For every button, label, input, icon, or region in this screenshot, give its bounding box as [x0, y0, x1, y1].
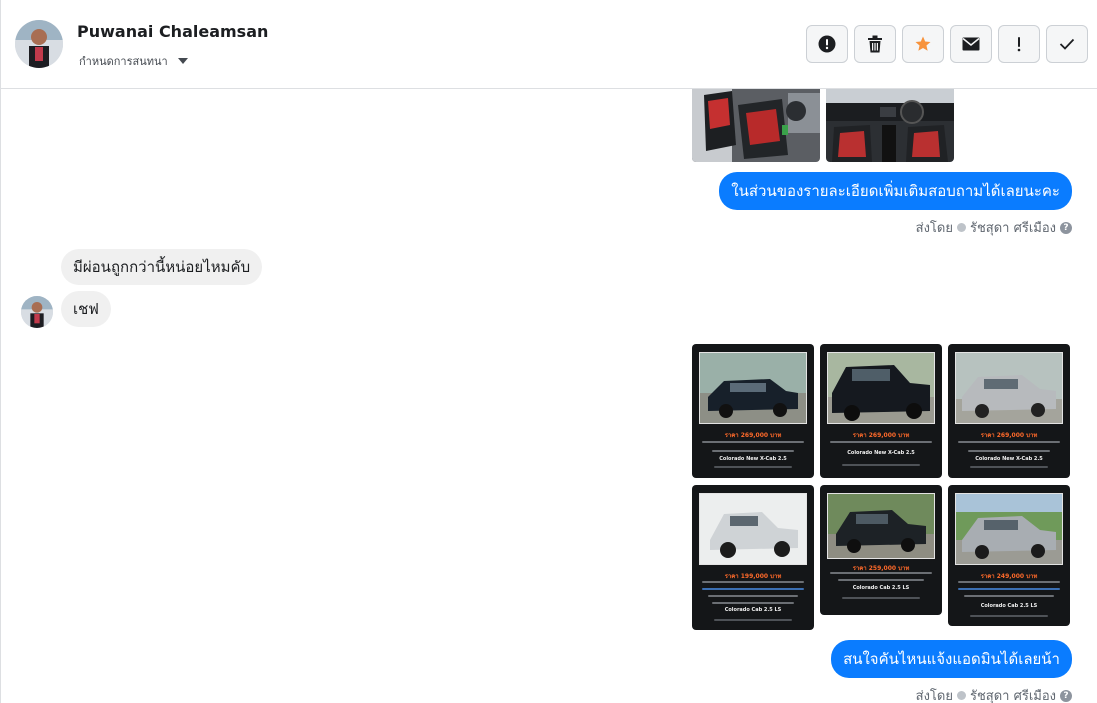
car-details-line [712, 602, 794, 604]
page-icon [956, 223, 966, 232]
car-details-line [714, 619, 792, 621]
contact-name[interactable]: Puwanai Chaleamsan [77, 22, 268, 41]
sent-by-info: ส่งโดย รัชสุดา ศรีเมือง ? [916, 217, 1072, 238]
car-details-line [708, 595, 798, 597]
sent-by-name[interactable]: รัชสุดา ศรีเมือง [970, 217, 1056, 238]
car-photo [955, 352, 1063, 424]
car-details-line [702, 581, 804, 583]
incoming-message[interactable]: เชฟ [61, 291, 111, 327]
car-model: Colorado Cab 2.5 LS [852, 585, 910, 591]
message-thread[interactable]: ในส่วนของรายละเอียดเพิ่มเติมสอบถามได้เลย… [1, 89, 1097, 703]
exclamation-icon [1017, 37, 1021, 52]
done-button[interactable] [1046, 25, 1088, 63]
car-details-line [842, 464, 920, 466]
car-listing-image[interactable]: ราคา 269,000 บาท Colorado New X-Cab 2.5 [692, 344, 814, 478]
car-listing-image[interactable]: ราคา 269,000 บาท Colorado New X-Cab 2.5 [948, 344, 1070, 478]
conversation-settings-dropdown[interactable]: กำหนดการสนทนา [79, 52, 188, 70]
car-listing-image[interactable]: ราคา 269,000 บาท Colorado New X-Cab 2.5 [820, 344, 942, 478]
car-model: Colorado Cab 2.5 LS [980, 603, 1038, 609]
car-photo [699, 493, 807, 565]
sent-by-label: ส่งโดย [915, 689, 953, 703]
page-icon [956, 691, 966, 700]
car-details-line [968, 450, 1050, 452]
car-listing-image[interactable]: ราคา 249,000 บาท Colorado Cab 2.5 LS [948, 485, 1070, 626]
contact-avatar-small[interactable] [21, 296, 53, 328]
help-icon[interactable]: ? [1060, 221, 1072, 234]
car-details-line [830, 441, 932, 443]
alert-circle-icon [818, 35, 836, 53]
car-details-line [830, 572, 932, 574]
car-dashboard-photo[interactable] [826, 89, 954, 162]
car-details-line [970, 615, 1048, 617]
car-price: ราคา 269,000 บาท [852, 432, 910, 439]
sent-by-label: ส่งโดย [915, 221, 953, 236]
trash-icon [868, 35, 882, 53]
conversation-panel: Puwanai Chaleamsan กำหนดการสนทนา ในส่วนข… [0, 0, 1097, 703]
star-button[interactable] [902, 25, 944, 63]
sent-by-info: ส่งโดย รัชสุดา ศรีเมือง ? [916, 685, 1072, 703]
outgoing-message[interactable]: สนใจคันไหนแจ้งแอดมินได้เลยน้า [831, 640, 1072, 678]
car-photo [699, 352, 807, 424]
car-details-line [712, 450, 794, 452]
car-details-line [714, 466, 792, 468]
header-actions [806, 25, 1088, 63]
sent-by-name[interactable]: รัชสุดา ศรีเมือง [970, 685, 1056, 703]
car-listing-image[interactable]: ราคา 199,000 บาท Colorado Cab 2.5 LS [692, 485, 814, 630]
car-model: Colorado Cab 2.5 LS [724, 607, 782, 613]
car-details-line [702, 441, 804, 443]
car-photo [827, 352, 935, 424]
help-icon[interactable]: ? [1060, 689, 1072, 702]
car-details-line [842, 597, 920, 599]
car-photo [827, 493, 935, 559]
car-interior-photo[interactable] [692, 89, 820, 162]
car-price: ราคา 199,000 บาท [724, 573, 782, 580]
car-details-line [970, 466, 1048, 468]
car-details-line [702, 588, 804, 590]
car-price: ราคา 269,000 บาท [724, 432, 782, 439]
car-price: ราคา 269,000 บาท [980, 432, 1038, 439]
car-details-line [958, 581, 1060, 583]
mark-unread-button[interactable] [950, 25, 992, 63]
checkmark-icon [1059, 38, 1075, 50]
star-icon [915, 36, 931, 51]
car-model: Colorado New X-Cab 2.5 [719, 456, 787, 462]
car-model: Colorado New X-Cab 2.5 [847, 450, 915, 456]
conversation-settings-label: กำหนดการสนทนา [79, 55, 168, 68]
car-listing-image[interactable]: ราคา 259,000 บาท Colorado Cab 2.5 LS [820, 485, 942, 615]
car-details-line [958, 441, 1060, 443]
incoming-message[interactable]: มีผ่อนถูกกว่านี้หน่อยไหมคับ [61, 249, 263, 285]
report-button[interactable] [806, 25, 848, 63]
caret-down-icon [177, 58, 188, 64]
car-photo [955, 493, 1063, 565]
car-details-line [964, 595, 1054, 597]
car-model: Colorado New X-Cab 2.5 [975, 456, 1043, 462]
car-details-line [838, 579, 924, 581]
car-price: ราคา 249,000 บาท [980, 573, 1038, 580]
envelope-icon [962, 37, 980, 51]
delete-button[interactable] [854, 25, 896, 63]
spam-button[interactable] [998, 25, 1040, 63]
car-details-line [958, 588, 1060, 590]
outgoing-message[interactable]: ในส่วนของรายละเอียดเพิ่มเติมสอบถามได้เลย… [719, 172, 1072, 210]
conversation-header: Puwanai Chaleamsan กำหนดการสนทนา [1, 0, 1097, 89]
contact-avatar[interactable] [15, 20, 63, 68]
